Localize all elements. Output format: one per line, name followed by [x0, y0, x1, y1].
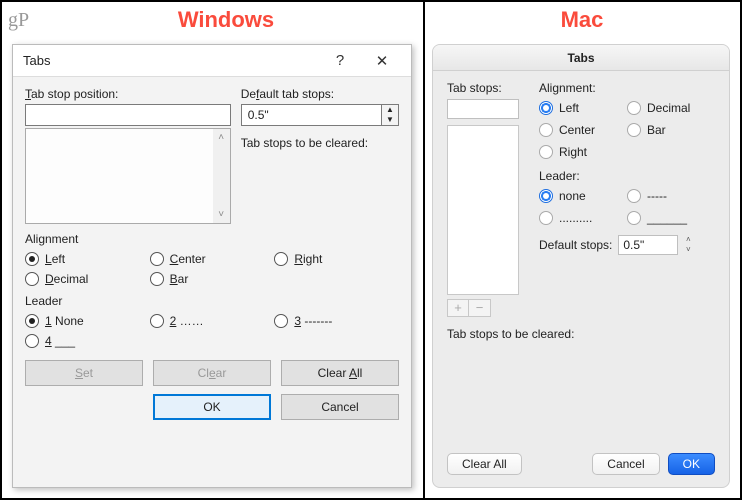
leader-dashes-radio[interactable]: 3 -------	[274, 314, 399, 328]
leader-dots-radio[interactable]: ..........	[539, 211, 627, 225]
alignment-right-radio[interactable]: Right	[539, 145, 627, 159]
to-be-cleared-label: Tab stops to be cleared:	[241, 136, 399, 150]
leader-none-radio[interactable]: none	[539, 189, 627, 203]
default-tab-stops-stepper[interactable]: ▲ ▼	[382, 104, 399, 126]
clear-all-button[interactable]: Clear All	[447, 453, 522, 475]
tab-stop-listbox[interactable]	[447, 125, 519, 295]
leader-underline-radio[interactable]: ______	[627, 211, 715, 225]
windows-heading: Windows	[30, 7, 422, 33]
alignment-radio-group: Left Center Right Decimal Bar	[25, 252, 399, 286]
ok-button[interactable]: OK	[153, 394, 271, 420]
tab-stop-position-label: Tab stop position:	[25, 87, 231, 101]
add-tab-stop-button[interactable]: +	[447, 299, 469, 317]
scroll-up-icon[interactable]: ˄	[213, 129, 230, 146]
gp-logo: gP	[2, 9, 30, 32]
leader-section-label: Leader:	[539, 169, 715, 183]
cancel-button[interactable]: Cancel	[592, 453, 659, 475]
close-button[interactable]: ✕	[361, 52, 403, 70]
default-stops-input[interactable]: 0.5"	[618, 235, 678, 255]
alignment-decimal-radio[interactable]: Decimal	[627, 101, 715, 115]
dialog-title: Tabs	[23, 53, 319, 68]
stepper-down-icon[interactable]: ▼	[382, 115, 398, 125]
leader-dashes-radio[interactable]: -----	[627, 189, 715, 203]
default-stops-stepper[interactable]: ˄ ˅	[681, 235, 695, 255]
stepper-down-icon[interactable]: ˅	[681, 245, 695, 255]
stepper-up-icon[interactable]: ˄	[681, 235, 695, 245]
alignment-left-radio[interactable]: Left	[25, 252, 150, 266]
alignment-section-label: Alignment:	[539, 81, 715, 95]
leader-section-label: Leader	[25, 294, 399, 308]
tab-stop-input[interactable]	[447, 99, 519, 119]
help-button[interactable]: ?	[319, 52, 361, 69]
tab-stops-label: Tab stops:	[447, 81, 527, 95]
vertical-divider	[423, 2, 425, 498]
clear-button[interactable]: Clear	[153, 360, 271, 386]
alignment-center-radio[interactable]: Center	[150, 252, 275, 266]
alignment-right-radio[interactable]: Right	[274, 252, 399, 266]
mac-tabs-dialog: Tabs Tab stops: + − A	[432, 44, 730, 488]
cancel-button[interactable]: Cancel	[281, 394, 399, 420]
alignment-bar-radio[interactable]: Bar	[150, 272, 275, 286]
remove-tab-stop-button[interactable]: −	[469, 299, 491, 317]
leader-none-radio[interactable]: 1 None	[25, 314, 150, 328]
leader-radio-group: 1 None 2 …… 3 ------- 4 ___	[25, 314, 399, 348]
to-be-cleared-label: Tab stops to be cleared:	[447, 327, 715, 341]
leader-radio-group: none ----- .......... ______	[539, 189, 715, 225]
clear-all-button[interactable]: Clear All	[281, 360, 399, 386]
leader-dots-radio[interactable]: 2 ……	[150, 314, 275, 328]
scrollbar[interactable]: ˄ ˅	[213, 129, 230, 223]
default-tab-stops-label: Default tab stops:	[241, 87, 399, 101]
ok-button[interactable]: OK	[668, 453, 715, 475]
alignment-left-radio[interactable]: Left	[539, 101, 627, 115]
leader-underline-radio[interactable]: 4 ___	[25, 334, 150, 348]
dialog-title: Tabs	[433, 45, 729, 71]
scroll-down-icon[interactable]: ˅	[213, 206, 230, 223]
default-tab-stops-input[interactable]: 0.5"	[241, 104, 382, 126]
alignment-center-radio[interactable]: Center	[539, 123, 627, 137]
set-button[interactable]: Set	[25, 360, 143, 386]
default-stops-label: Default stops:	[539, 238, 612, 252]
alignment-bar-radio[interactable]: Bar	[627, 123, 715, 137]
alignment-section-label: Alignment	[25, 232, 399, 246]
stepper-up-icon[interactable]: ▲	[382, 105, 398, 115]
mac-heading: Mac	[424, 7, 740, 33]
alignment-decimal-radio[interactable]: Decimal	[25, 272, 150, 286]
windows-tabs-dialog: Tabs ? ✕ Tab stop position: ˄ ˅	[12, 44, 412, 488]
tab-stop-position-input[interactable]	[25, 104, 231, 126]
alignment-radio-group: Left Decimal Center Bar Right	[539, 101, 715, 159]
tab-stop-listbox[interactable]: ˄ ˅	[25, 128, 231, 224]
